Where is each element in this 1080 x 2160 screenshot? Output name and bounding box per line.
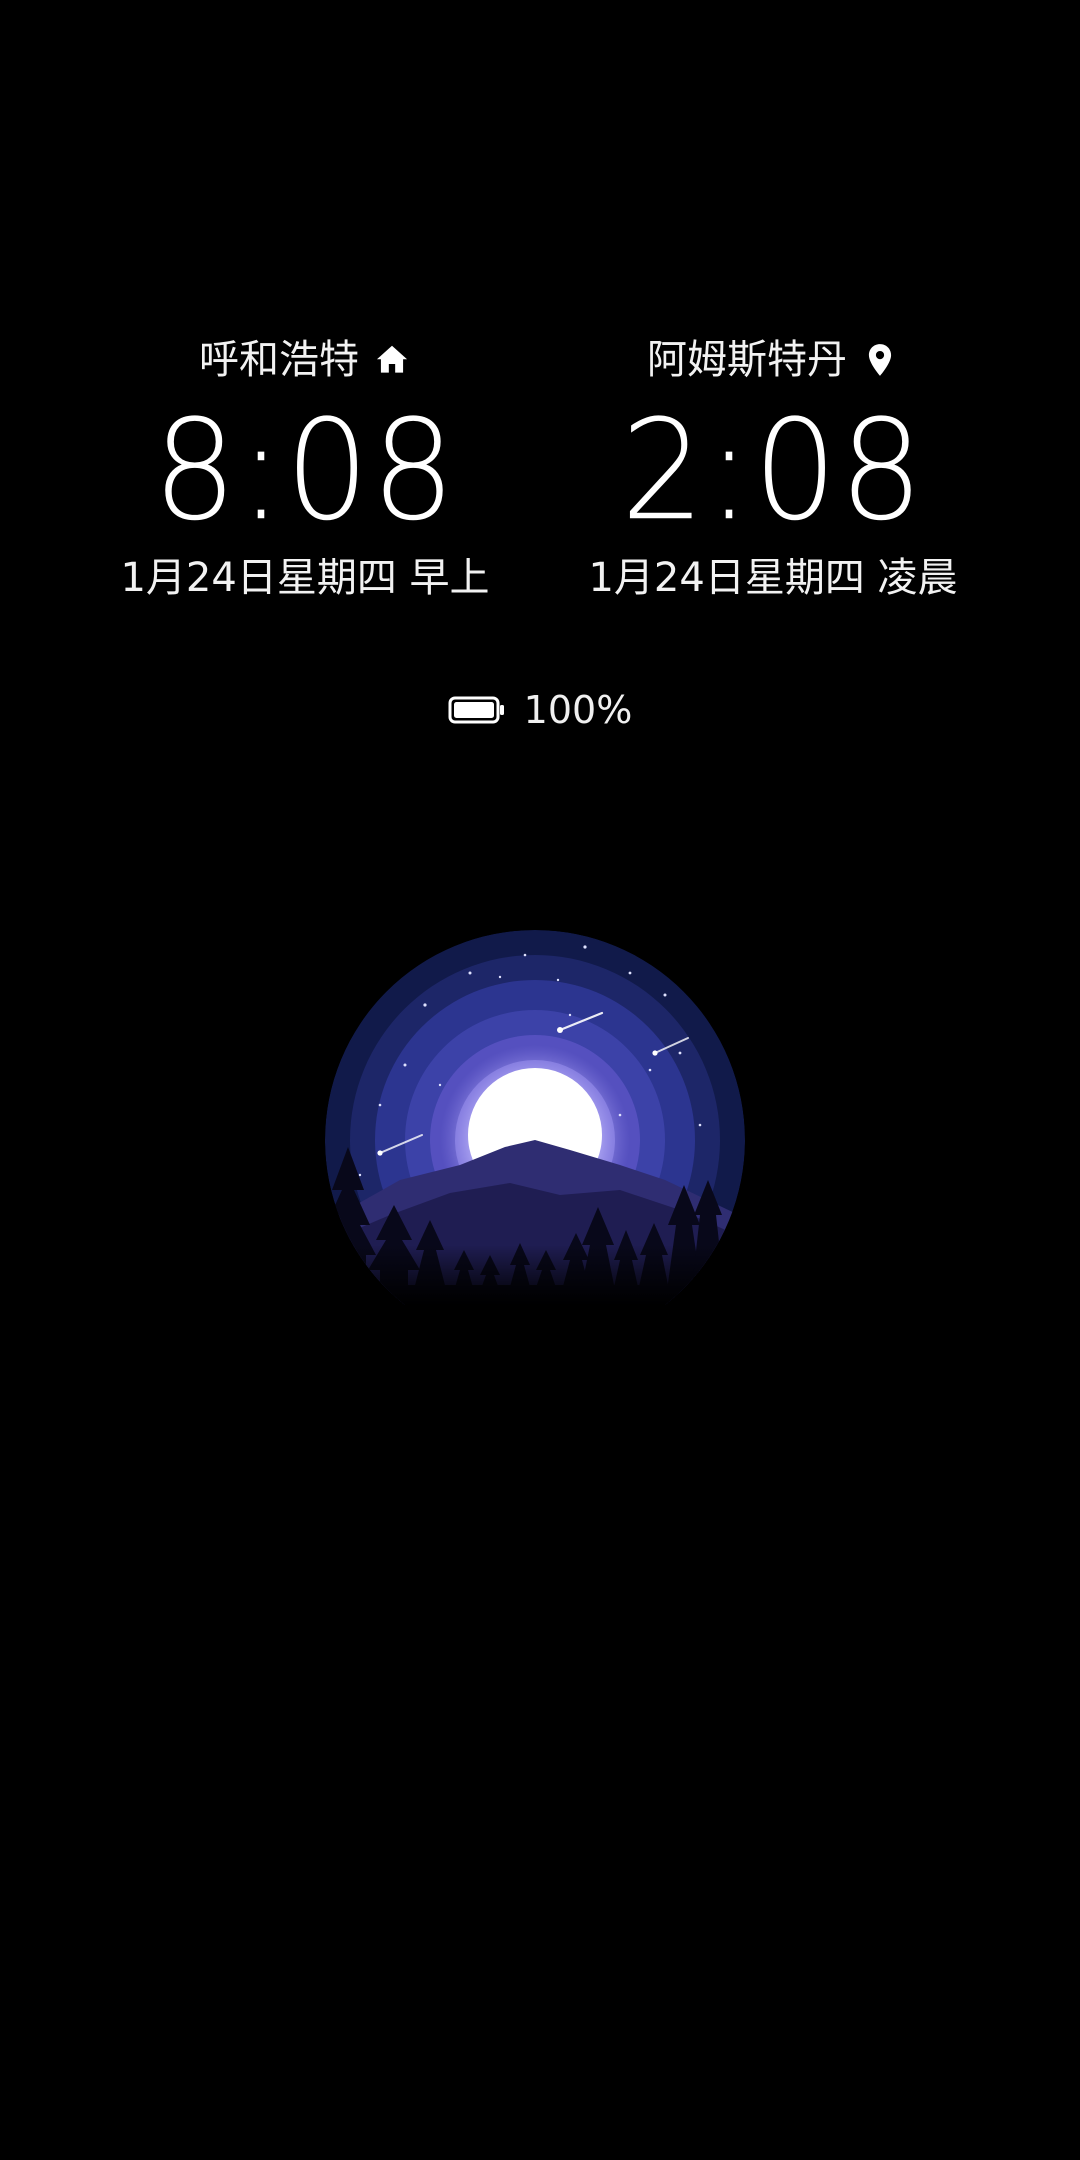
sky-disc xyxy=(325,930,745,1305)
home-city-row: 呼和浩特 xyxy=(95,330,515,390)
remote-date: 1月24日星期四 凌晨 xyxy=(588,555,958,601)
home-icon xyxy=(373,341,411,379)
remote-city-row: 阿姆斯特丹 xyxy=(563,330,983,390)
home-city-name: 呼和浩特 xyxy=(199,337,359,383)
location-pin-icon xyxy=(861,341,899,379)
home-clock[interactable]: 呼和浩特 8:08 1月24日星期四 早上 xyxy=(95,330,515,608)
battery-icon xyxy=(448,696,504,724)
night-landscape-illustration xyxy=(325,930,745,1305)
battery-fill xyxy=(453,702,494,718)
home-date: 1月24日星期四 早上 xyxy=(120,555,490,601)
home-time: 8:08 xyxy=(152,390,458,552)
battery-status: 100% xyxy=(0,685,1080,735)
remote-time: 2:08 xyxy=(620,390,926,552)
remote-clock[interactable]: 阿姆斯特丹 2:08 1月24日星期四 凌晨 xyxy=(563,330,983,608)
battery-percent: 100% xyxy=(523,688,633,732)
remote-city-name: 阿姆斯特丹 xyxy=(647,337,847,383)
